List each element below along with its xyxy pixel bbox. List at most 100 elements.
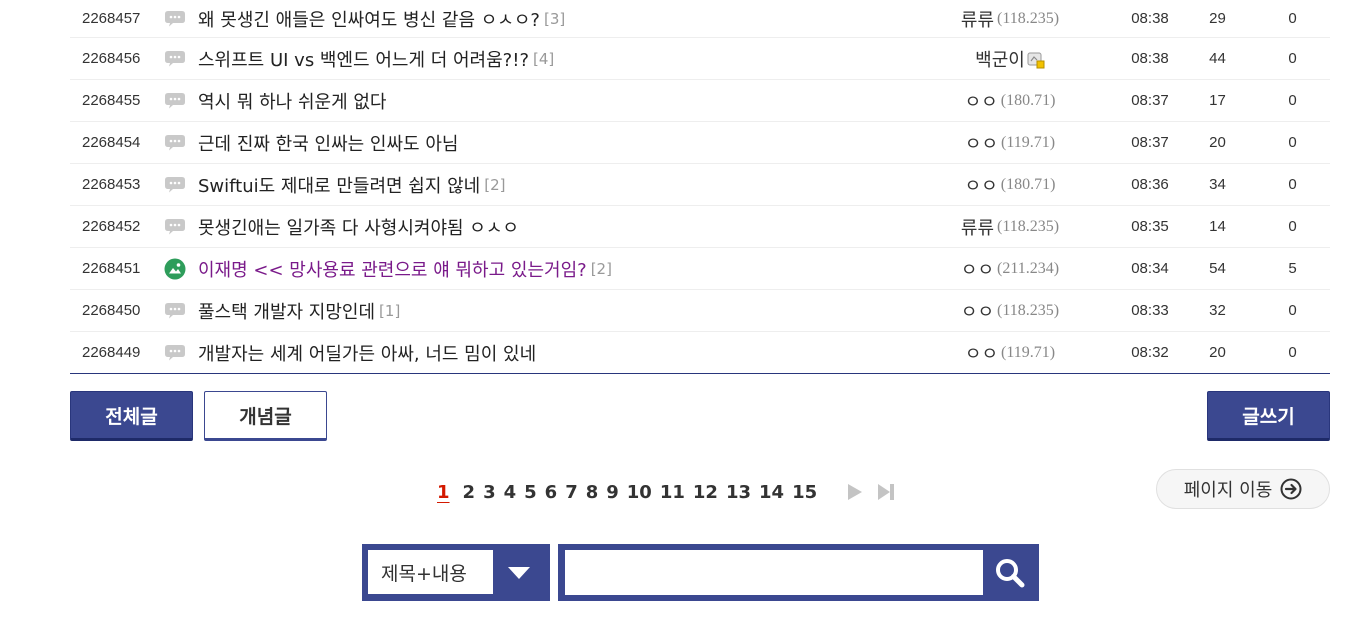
post-title-link[interactable]: 풀스택 개발자 지망인데 [1] [198,290,928,331]
post-number: 2268456 [82,50,141,67]
last-page-button[interactable] [877,483,895,501]
page-link[interactable]: 10 [627,482,652,503]
post-title-link[interactable]: 개발자는 세계 어딜가든 아싸, 너드 밈이 있네 [198,332,928,373]
search-button[interactable] [990,554,1030,592]
post-writer[interactable]: ㅇㅇ (119.71) [910,332,1110,373]
page-link[interactable]: 14 [759,482,784,503]
page-link[interactable]: 3 [483,482,496,503]
comment-count[interactable]: [1] [379,302,400,320]
post-type [163,248,187,289]
table-row[interactable]: 2268452 못생긴애는 일가족 다 사형시켜야됨 ㅇㅅㅇ 류류 (118.235)… [70,206,1330,248]
speech-bubble-icon [165,135,185,151]
image-post-icon [164,258,186,279]
table-row[interactable]: 2268453 Swiftui도 제대로 만들려면 쉽지 않네 [2] ㅇㅇ (180.… [70,164,1330,206]
post-writer[interactable]: ㅇㅇ (119.71) [910,122,1110,163]
current-page[interactable]: 1 [437,482,450,503]
post-title-link[interactable]: 이재명 << 망사용료 관련으로 얘 뭐하고 있는거임? [2] [198,248,928,289]
recommend-count: 0 [1288,50,1297,67]
table-row[interactable]: 2268450 풀스택 개발자 지망인데 [1] ㅇㅇ (118.235) 08:33 32… [70,290,1330,332]
post-title: 스위프트 UI vs 백엔드 어느게 더 어려움?!? [198,49,530,71]
post-type [163,332,187,373]
search-scope-select[interactable]: 제목+내용 [362,544,550,601]
post-writer[interactable]: 백군이 [910,38,1110,79]
search-input[interactable] [565,550,983,595]
write-post-button[interactable]: 글쓰기 [1207,391,1330,441]
post-number: 2268451 [82,260,141,277]
post-number: 2268455 [82,92,141,109]
post-title-link[interactable]: 역시 뭐 하나 쉬운게 없다 [198,80,928,121]
post-time: 08:38 [1131,10,1169,27]
writer-nickname: 류류 [960,217,995,239]
page-link[interactable]: 12 [693,482,718,503]
post-number: 2268449 [82,344,141,361]
view-count: 20 [1209,134,1226,151]
writer-nickname: ㅇㅇ [964,175,998,197]
comment-count[interactable]: [4] [533,50,554,68]
post-title: 개발자는 세계 어딜가든 아싸, 너드 밈이 있네 [198,343,537,365]
comment-count[interactable]: [3] [544,10,565,28]
post-writer[interactable]: ㅇㅇ (180.71) [910,164,1110,205]
post-title-link[interactable]: 스위프트 UI vs 백엔드 어느게 더 어려움?!? [4] [198,38,928,79]
writer-ip: (119.71) [1001,343,1056,361]
view-count: 32 [1209,302,1226,319]
view-count: 29 [1209,10,1226,27]
view-count: 20 [1209,344,1226,361]
post-time: 08:34 [1131,260,1169,277]
post-number: 2268450 [82,302,141,319]
all-posts-button[interactable]: 전체글 [70,391,193,441]
search-bar [558,544,1039,601]
page-link[interactable]: 9 [606,482,619,503]
next-page-button[interactable] [847,483,863,501]
post-writer[interactable]: 류류 (118.235) [910,206,1110,247]
page-link[interactable]: 6 [545,482,558,503]
search-icon [996,559,1025,588]
post-title-link[interactable]: Swiftui도 제대로 만들려면 쉽지 않네 [2] [198,164,928,205]
comment-count[interactable]: [2] [591,260,612,278]
page-link[interactable]: 8 [586,482,599,503]
post-type [163,164,187,205]
page-jump-label: 페이지 이동 [1183,480,1273,501]
table-row[interactable]: 2268449 개발자는 세계 어딜가든 아싸, 너드 밈이 있네 ㅇㅇ (119.7… [70,332,1330,374]
post-writer[interactable]: ㅇㅇ (180.71) [910,80,1110,121]
post-title-link[interactable]: 못생긴애는 일가족 다 사형시켜야됨 ㅇㅅㅇ [198,206,928,247]
writer-nickname: ㅇㅇ [964,133,999,155]
page-link[interactable]: 2 [463,482,476,503]
view-count: 44 [1209,50,1226,67]
page-link[interactable]: 13 [726,482,751,503]
table-row[interactable]: 2268455 역시 뭐 하나 쉬운게 없다 ㅇㅇ (180.71) 08:37 17 0 [70,80,1330,122]
page-jump-button[interactable]: 페이지 이동 [1156,469,1330,509]
arrow-right-circle-icon [1280,478,1302,500]
comment-count[interactable]: [2] [484,176,505,194]
post-writer[interactable]: 류류 (118.235) [910,0,1110,37]
post-type [163,80,187,121]
page-link[interactable]: 11 [660,482,685,503]
post-writer[interactable]: ㅇㅇ (118.235) [910,290,1110,331]
recommend-count: 5 [1288,260,1297,277]
post-number: 2268452 [82,218,141,235]
table-row[interactable]: 2268457 왜 못생긴 애들은 인싸여도 병신 같음 ㅇㅅㅇ? [3] 류류 (11… [70,0,1330,38]
view-count: 14 [1209,218,1226,235]
post-list: 2268457 왜 못생긴 애들은 인싸여도 병신 같음 ㅇㅅㅇ? [3] 류류 (11… [70,0,1330,374]
post-title-link[interactable]: 근데 진짜 한국 인싸는 인싸도 아님 [198,122,928,163]
speech-bubble-icon [165,303,185,319]
writer-nickname: ㅇㅇ [960,301,995,323]
view-count: 17 [1209,92,1226,109]
page-link[interactable]: 5 [524,482,537,503]
recommend-count: 0 [1288,218,1297,235]
writer-ip: (118.235) [997,9,1060,27]
recommend-count: 0 [1288,10,1297,27]
table-row[interactable]: 2268454 근데 진짜 한국 인싸는 인싸도 아님 ㅇㅇ (119.71) 08:3… [70,122,1330,164]
recommended-posts-button[interactable]: 개념글 [204,391,327,441]
writer-nickname: 류류 [960,9,995,31]
table-row[interactable]: 2268456 스위프트 UI vs 백엔드 어느게 더 어려움?!? [4] 백군이… [70,38,1330,80]
post-title-link[interactable]: 왜 못생긴 애들은 인싸여도 병신 같음 ㅇㅅㅇ? [3] [198,0,928,37]
post-writer[interactable]: ㅇㅇ (211.234) [910,248,1110,289]
speech-bubble-icon [165,177,185,193]
post-time: 08:33 [1131,302,1169,319]
post-time: 08:38 [1131,50,1169,67]
page-link[interactable]: 7 [565,482,578,503]
page-link[interactable]: 4 [504,482,517,503]
table-row[interactable]: 2268451 이재명 << 망사용료 관련으로 얘 뭐하고 있는거임? [2] ㅇㅇ… [70,248,1330,290]
page-link[interactable]: 15 [792,482,817,503]
writer-ip: (211.234) [997,259,1060,277]
